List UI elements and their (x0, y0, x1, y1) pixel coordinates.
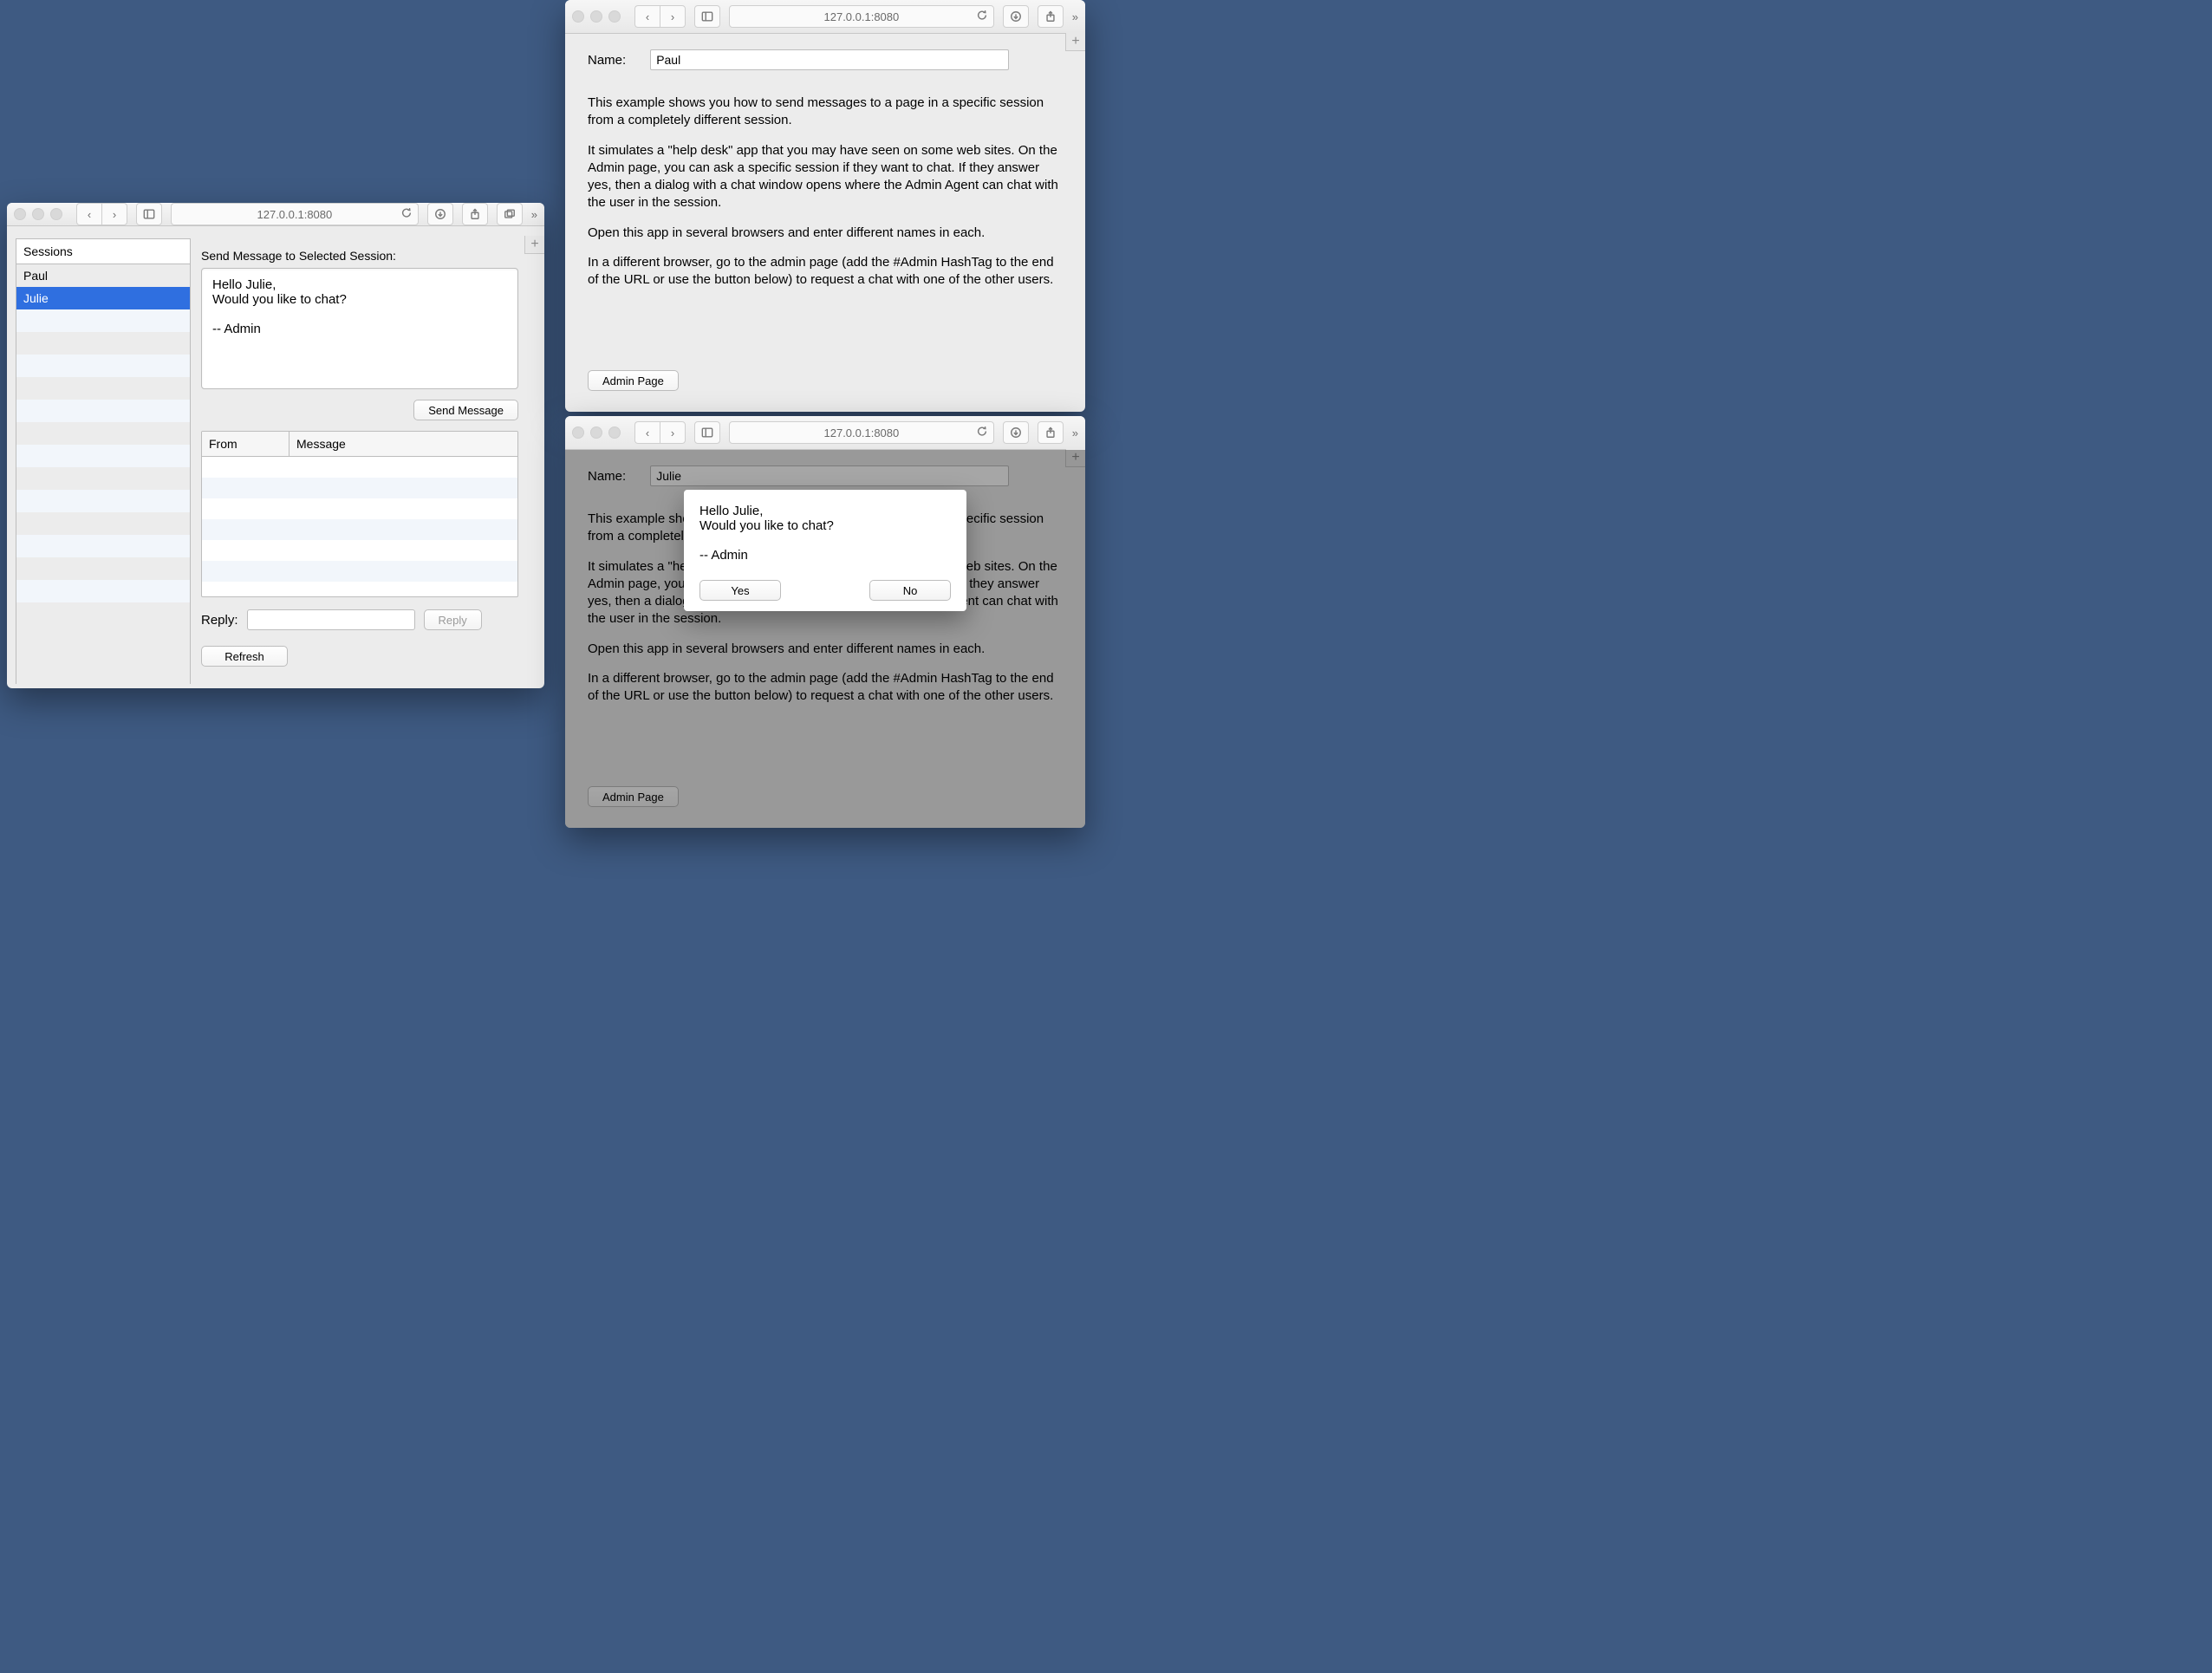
url-text: 127.0.0.1:8080 (824, 10, 900, 23)
url-text: 127.0.0.1:8080 (824, 426, 900, 439)
share-icon[interactable] (1038, 5, 1064, 28)
send-message-button[interactable]: Send Message (413, 400, 518, 420)
forward-button[interactable]: › (660, 5, 686, 28)
session-row[interactable] (16, 332, 190, 355)
sidebar-toggle-icon[interactable] (694, 421, 720, 444)
overflow-icon[interactable]: » (1072, 11, 1078, 23)
address-bar[interactable]: 127.0.0.1:8080 (729, 5, 994, 28)
browser-toolbar: ‹ › 127.0.0.1:8080 » (7, 203, 544, 226)
dialog-message: Hello Julie, Would you like to chat? -- … (699, 504, 951, 563)
tabs-icon[interactable] (497, 203, 523, 225)
session-row[interactable] (16, 309, 190, 332)
grid-header-message: Message (290, 432, 517, 456)
forward-button[interactable]: › (101, 203, 127, 225)
share-icon[interactable] (462, 203, 488, 225)
dialog-no-button[interactable]: No (869, 580, 951, 601)
url-text: 127.0.0.1:8080 (257, 208, 333, 221)
downloads-icon[interactable] (1003, 5, 1029, 28)
session-row[interactable] (16, 400, 190, 422)
overflow-icon[interactable]: » (1072, 427, 1078, 439)
browser-toolbar: ‹ › 127.0.0.1:8080 » (565, 0, 1085, 34)
session-row[interactable] (16, 557, 190, 580)
minimize-icon[interactable] (590, 10, 602, 23)
minimize-icon[interactable] (32, 208, 44, 220)
user-window-paul: ‹ › 127.0.0.1:8080 » + Name: This exampl… (565, 0, 1085, 412)
sidebar-toggle-icon[interactable] (694, 5, 720, 28)
message-textarea[interactable] (201, 268, 518, 389)
session-row[interactable] (16, 355, 190, 377)
reply-input[interactable] (247, 609, 415, 630)
description-para: Open this app in several browsers and en… (588, 225, 1063, 242)
refresh-button[interactable]: Refresh (201, 646, 288, 667)
overflow-icon[interactable]: » (531, 209, 537, 220)
description-para: In a different browser, go to the admin … (588, 254, 1063, 290)
sidebar-toggle-icon[interactable] (136, 203, 162, 225)
reload-icon[interactable] (976, 10, 988, 24)
reply-button[interactable]: Reply (424, 609, 482, 630)
name-input[interactable] (650, 49, 1009, 70)
back-button[interactable]: ‹ (634, 5, 660, 28)
session-row[interactable] (16, 445, 190, 467)
reload-icon[interactable] (976, 426, 988, 440)
traffic-lights (14, 208, 62, 220)
admin-window: ‹ › 127.0.0.1:8080 » + Sessions Paul (7, 203, 544, 688)
session-row[interactable] (16, 535, 190, 557)
session-row[interactable] (16, 422, 190, 445)
back-button[interactable]: ‹ (76, 203, 101, 225)
address-bar[interactable]: 127.0.0.1:8080 (729, 421, 994, 444)
zoom-icon[interactable] (608, 10, 621, 23)
chat-request-dialog: Hello Julie, Would you like to chat? -- … (684, 490, 966, 611)
traffic-lights (572, 10, 621, 23)
downloads-icon[interactable] (1003, 421, 1029, 444)
dialog-yes-button[interactable]: Yes (699, 580, 781, 601)
chat-log-grid: From Message (201, 431, 518, 597)
session-row[interactable] (16, 512, 190, 535)
address-bar[interactable]: 127.0.0.1:8080 (171, 203, 419, 225)
downloads-icon[interactable] (427, 203, 453, 225)
forward-button[interactable]: › (660, 421, 686, 444)
description-para: It simulates a "help desk" app that you … (588, 142, 1063, 212)
minimize-icon[interactable] (590, 426, 602, 439)
session-row[interactable] (16, 602, 190, 625)
session-row[interactable]: Paul (16, 264, 190, 287)
sessions-list: Sessions Paul Julie (16, 238, 191, 684)
zoom-icon[interactable] (50, 208, 62, 220)
user-window-julie: ‹ › 127.0.0.1:8080 » + Name: This exampl… (565, 416, 1085, 828)
reload-icon[interactable] (400, 207, 413, 222)
session-row[interactable] (16, 580, 190, 602)
traffic-lights (572, 426, 621, 439)
browser-toolbar: ‹ › 127.0.0.1:8080 » (565, 416, 1085, 450)
name-label: Name: (588, 53, 626, 68)
send-message-label: Send Message to Selected Session: (201, 249, 518, 263)
session-row[interactable] (16, 490, 190, 512)
close-icon[interactable] (572, 10, 584, 23)
reply-label: Reply: (201, 613, 238, 628)
session-row[interactable] (16, 467, 190, 490)
zoom-icon[interactable] (608, 426, 621, 439)
share-icon[interactable] (1038, 421, 1064, 444)
admin-page-button[interactable]: Admin Page (588, 370, 679, 391)
session-row[interactable] (16, 377, 190, 400)
grid-header-from: From (202, 432, 290, 456)
sessions-header: Sessions (16, 239, 190, 264)
back-button[interactable]: ‹ (634, 421, 660, 444)
close-icon[interactable] (14, 208, 26, 220)
description-para: This example shows you how to send messa… (588, 94, 1063, 130)
session-row[interactable]: Julie (16, 287, 190, 309)
close-icon[interactable] (572, 426, 584, 439)
